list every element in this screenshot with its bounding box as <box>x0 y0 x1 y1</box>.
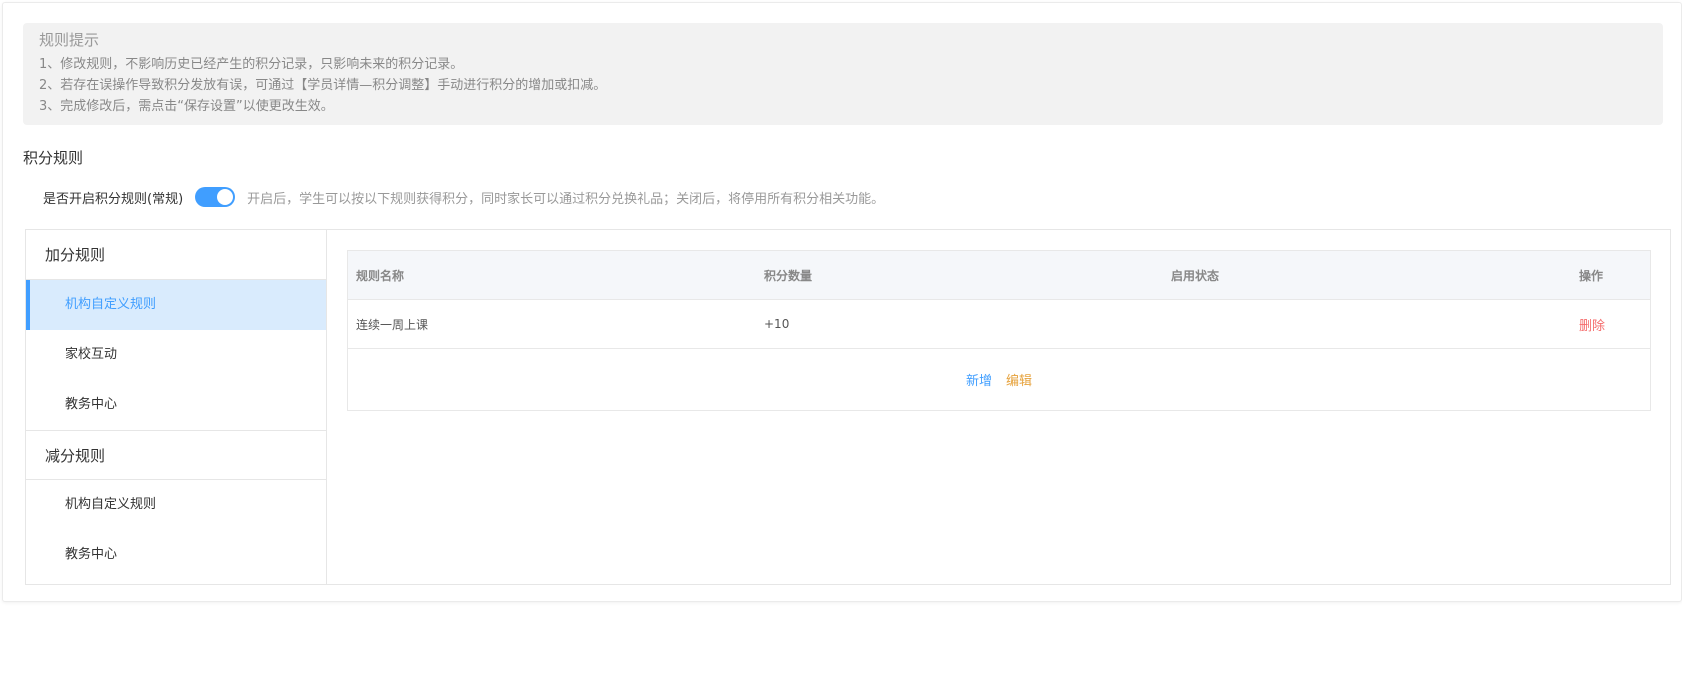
table-actions: 新增 编辑 <box>348 349 1650 409</box>
header-points: 积分数量 <box>764 268 813 283</box>
tip-line: 2、若存在误操作导致积分发放有误，可通过【学员详情—积分调整】手动进行积分的增加… <box>39 78 607 93</box>
enable-rules-description: 开启后，学生可以按以下规则获得积分，同时家长可以通过积分兑换礼品；关闭后，将停用… <box>247 191 885 207</box>
add-rule-link[interactable]: 新增 <box>966 370 992 389</box>
sidebar-item-deduct-academic-center[interactable]: 教务中心 <box>26 530 326 580</box>
rules-sidebar: 加分规则 机构自定义规则 家校互动 教务中心 减分规则 机构自定义规则 教务中心 <box>26 230 327 584</box>
table-row: 连续一周上课 +10 删除 <box>348 300 1650 349</box>
row-points: +10 <box>764 317 790 331</box>
rules-main: 规则名称 积分数量 启用状态 操作 连续一周上课 +10 删除 新增 编辑 <box>327 230 1670 584</box>
rule-tips-box: 规则提示 1、修改规则，不影响历史已经产生的积分记录，只影响未来的积分记录。 2… <box>23 23 1663 125</box>
table-header: 规则名称 积分数量 启用状态 操作 <box>348 251 1650 300</box>
row-actions-cell: 删除 <box>1571 315 1650 334</box>
group-deduct-rules-title: 减分规则 <box>26 430 326 480</box>
enable-rules-row: 是否开启积分规则(常规) 开启后，学生可以按以下规则获得积分，同时家长可以通过积… <box>43 185 884 209</box>
tip-line: 3、完成修改后，需点击“保存设置”以使更改生效。 <box>39 99 334 114</box>
section-title: 积分规则 <box>23 149 84 167</box>
tips-title: 规则提示 <box>39 31 100 49</box>
header-status: 启用状态 <box>1171 268 1220 283</box>
header-actions: 操作 <box>1579 268 1604 283</box>
sidebar-item-add-academic-center[interactable]: 教务中心 <box>26 380 326 430</box>
group-add-rules-title: 加分规则 <box>26 230 326 280</box>
sidebar-item-add-home-school[interactable]: 家校互动 <box>26 330 326 380</box>
sidebar-item-add-custom-rules[interactable]: 机构自定义规则 <box>26 280 326 330</box>
row-rule-name: 连续一周上课 <box>356 317 429 332</box>
tip-line: 1、修改规则，不影响历史已经产生的积分记录，只影响未来的积分记录。 <box>39 57 464 72</box>
enable-rules-toggle[interactable] <box>195 187 236 207</box>
rules-card: 规则提示 1、修改规则，不影响历史已经产生的积分记录，只影响未来的积分记录。 2… <box>2 2 1682 602</box>
delete-link[interactable]: 删除 <box>1579 319 1605 334</box>
toggle-knob <box>1153 326 1169 342</box>
toggle-knob <box>217 189 234 205</box>
edit-rules-link[interactable]: 编辑 <box>1006 370 1032 389</box>
sidebar-item-deduct-custom-rules[interactable]: 机构自定义规则 <box>26 480 326 530</box>
rules-panel: 加分规则 机构自定义规则 家校互动 教务中心 减分规则 机构自定义规则 教务中心… <box>25 229 1671 585</box>
rules-table: 规则名称 积分数量 启用状态 操作 连续一周上课 +10 删除 新增 编辑 <box>347 250 1651 411</box>
header-rule-name: 规则名称 <box>356 268 405 283</box>
enable-rules-label: 是否开启积分规则(常规) <box>43 191 184 207</box>
